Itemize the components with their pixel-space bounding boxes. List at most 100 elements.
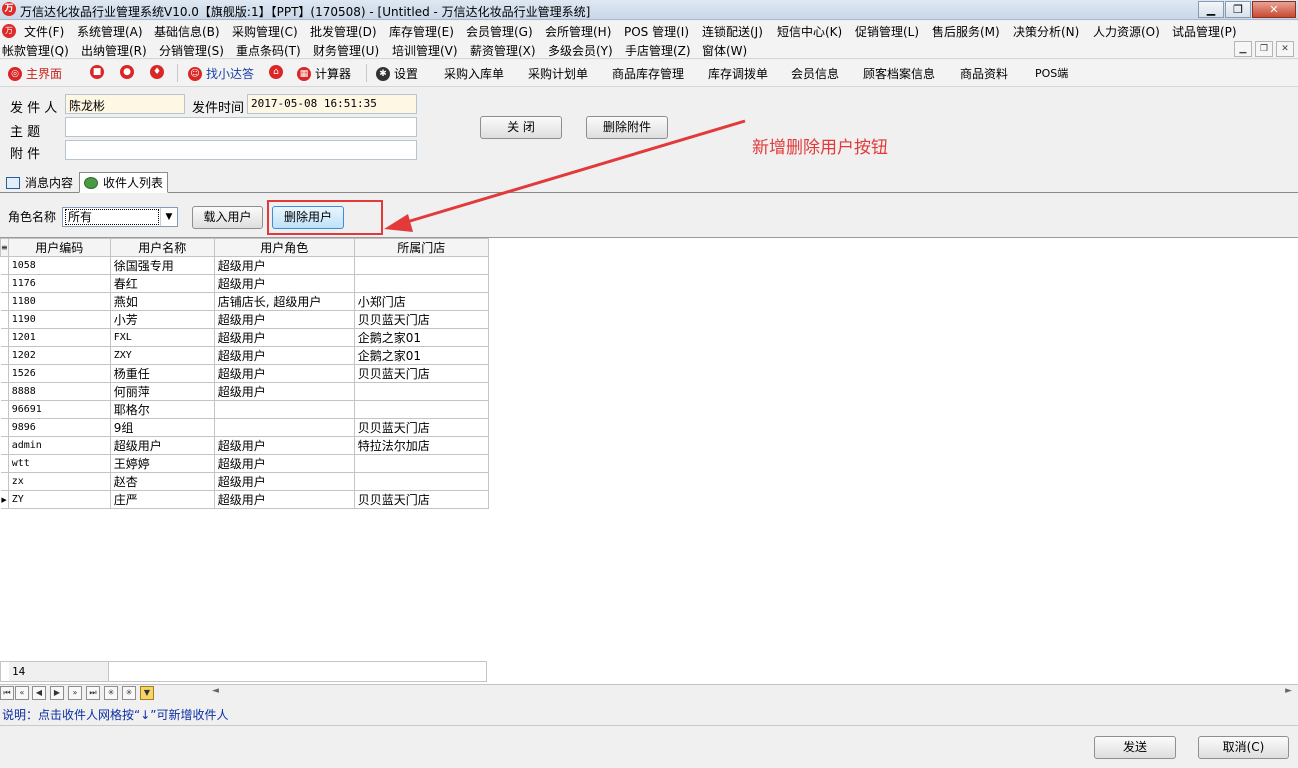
table-row[interactable]: 1176 春红 超级用户	[0, 274, 489, 293]
cell-store[interactable]	[353, 382, 489, 401]
tab-message-content[interactable]: 消息内容	[2, 172, 77, 193]
cell-user-role[interactable]: 超级用户	[213, 274, 355, 293]
cell-store[interactable]: 贝贝蓝天门店	[353, 418, 489, 437]
maximize-button[interactable]: ❐	[1225, 1, 1251, 18]
menu-after-sales[interactable]: 售后服务(M)	[932, 23, 1000, 40]
row-indicator[interactable]	[0, 418, 9, 437]
menu-finance[interactable]: 财务管理(U)	[313, 42, 379, 59]
cell-user-role[interactable]: 超级用户	[213, 490, 355, 509]
cell-user-name[interactable]: 超级用户	[109, 436, 215, 455]
mdi-minimize-button[interactable]: ▁	[1234, 41, 1252, 57]
cell-user-role[interactable]: 超级用户	[213, 436, 355, 455]
row-indicator[interactable]	[0, 454, 9, 473]
cell-user-name[interactable]: 9组	[109, 418, 215, 437]
cell-user-code[interactable]: wtt	[7, 454, 111, 473]
cell-user-role[interactable]: 超级用户	[213, 454, 355, 473]
cell-user-role[interactable]: 超级用户	[213, 364, 355, 383]
cell-user-role[interactable]	[213, 400, 355, 419]
cell-user-name[interactable]: ZXY	[109, 346, 215, 365]
table-row[interactable]: 1058 徐国强专用 超级用户	[0, 256, 489, 275]
cell-user-code[interactable]: 96691	[7, 400, 111, 419]
home-shortcut-button[interactable]: ⌂	[269, 65, 287, 79]
cell-user-name[interactable]: 春红	[109, 274, 215, 293]
cell-store[interactable]	[353, 454, 489, 473]
row-indicator[interactable]: ▶	[0, 490, 9, 509]
cell-user-name[interactable]: 燕如	[109, 292, 215, 311]
cell-user-code[interactable]: 9896	[7, 418, 111, 437]
close-window-button[interactable]: ✕	[1252, 1, 1296, 18]
next-page-icon[interactable]: »	[68, 686, 82, 700]
row-indicator[interactable]	[0, 274, 9, 293]
lock-button[interactable]: ■	[90, 65, 108, 79]
row-indicator[interactable]	[0, 382, 9, 401]
cancel-button[interactable]: 取消(C)	[1198, 736, 1289, 759]
menu-purchase[interactable]: 采购管理(C)	[232, 23, 298, 40]
menu-file[interactable]: 文件(F)	[24, 23, 64, 40]
menu-trial[interactable]: 试品管理(P)	[1172, 23, 1237, 40]
row-indicator[interactable]	[0, 292, 9, 311]
cell-user-role[interactable]	[213, 418, 355, 437]
scroll-left-icon[interactable]: ◄	[212, 686, 219, 696]
cell-store[interactable]	[353, 274, 489, 293]
table-row[interactable]: ▶ ZY 庄严 超级用户 贝贝蓝天门店	[0, 490, 489, 509]
menu-multilevel-member[interactable]: 多级会员(Y)	[548, 42, 613, 59]
row-indicator[interactable]	[0, 400, 9, 419]
mdi-restore-button[interactable]: ❐	[1255, 41, 1273, 57]
column-header-user-role[interactable]: 用户角色	[213, 238, 355, 257]
calculator-button[interactable]: ▦ 计算器	[297, 65, 351, 82]
cell-user-role[interactable]: 超级用户	[213, 346, 355, 365]
cell-user-name[interactable]: 徐国强专用	[109, 256, 215, 275]
first-page-icon[interactable]: ⏮	[0, 686, 14, 700]
cell-user-role[interactable]: 店铺店长, 超级用户	[213, 292, 355, 311]
table-row[interactable]: zx 赵杏 超级用户	[0, 472, 489, 491]
cell-user-code[interactable]: 1201	[7, 328, 111, 347]
menu-inventory[interactable]: 库存管理(E)	[389, 23, 454, 40]
find-assistant-button[interactable]: ☺ 找小达答	[188, 65, 254, 82]
cell-store[interactable]: 企鹅之家01	[353, 346, 489, 365]
minimize-button[interactable]: ▁	[1198, 1, 1224, 18]
cell-store[interactable]	[353, 256, 489, 275]
cell-user-code[interactable]: 1176	[7, 274, 111, 293]
menu-logo-icon[interactable]: 万	[2, 24, 16, 38]
table-row[interactable]: 1526 杨重任 超级用户 贝贝蓝天门店	[0, 364, 489, 383]
cell-user-name[interactable]: 赵杏	[109, 472, 215, 491]
cell-user-role[interactable]: 超级用户	[213, 310, 355, 329]
toolbar-link-transfer[interactable]: 库存调拨单	[708, 65, 768, 82]
last-page-icon[interactable]: ⏭	[86, 686, 100, 700]
row-indicator[interactable]	[0, 436, 9, 455]
table-row[interactable]: 1190 小芳 超级用户 贝贝蓝天门店	[0, 310, 489, 329]
cell-store[interactable]: 企鹅之家01	[353, 328, 489, 347]
table-row[interactable]: 96691 耶格尔	[0, 400, 489, 419]
toolbar-link-purchase-plan[interactable]: 采购计划单	[528, 65, 588, 82]
menu-decision[interactable]: 决策分析(N)	[1013, 23, 1079, 40]
home-button[interactable]: ◎ 主界面	[8, 65, 62, 82]
cell-user-name[interactable]: 小芳	[109, 310, 215, 329]
cell-user-name[interactable]: 何丽萍	[109, 382, 215, 401]
menu-distribution[interactable]: 分销管理(S)	[159, 42, 224, 59]
append-record-icon[interactable]: ✳	[122, 686, 136, 700]
row-indicator[interactable]	[0, 472, 9, 491]
row-indicator[interactable]	[0, 346, 9, 365]
cell-user-code[interactable]: ZY	[7, 490, 111, 509]
cell-user-role[interactable]: 超级用户	[213, 472, 355, 491]
cell-user-name[interactable]: 王婷婷	[109, 454, 215, 473]
send-button[interactable]: 发送	[1094, 736, 1176, 759]
cell-user-code[interactable]: 1202	[7, 346, 111, 365]
column-header-user-name[interactable]: 用户名称	[109, 238, 215, 257]
settings-button[interactable]: ✱ 设置	[376, 65, 418, 82]
cell-user-code[interactable]: 1180	[7, 292, 111, 311]
table-row[interactable]: 1202 ZXY 超级用户 企鹅之家01	[0, 346, 489, 365]
next-record-icon[interactable]: ▶	[50, 686, 64, 700]
role-select[interactable]: 所有 ▼	[62, 207, 178, 227]
cell-user-code[interactable]: admin	[7, 436, 111, 455]
toolbar-link-product[interactable]: 商品资料	[960, 65, 1008, 82]
cell-user-name[interactable]: 庄严	[109, 490, 215, 509]
table-row[interactable]: 8888 何丽萍 超级用户	[0, 382, 489, 401]
delete-attachment-button[interactable]: 删除附件	[586, 116, 668, 139]
sender-field[interactable]: 陈龙彬	[65, 94, 185, 114]
row-indicator[interactable]	[0, 364, 9, 383]
cell-user-name[interactable]: 杨重任	[109, 364, 215, 383]
toolbar-link-stock[interactable]: 商品库存管理	[612, 65, 684, 82]
prev-record-icon[interactable]: ◀	[32, 686, 46, 700]
cell-user-role[interactable]: 超级用户	[213, 382, 355, 401]
